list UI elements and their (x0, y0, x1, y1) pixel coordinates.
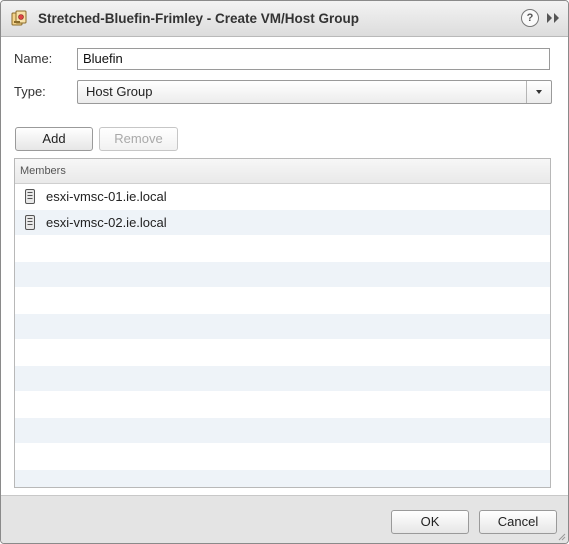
empty-list-row[interactable] (15, 340, 550, 366)
chevron-down-icon[interactable] (526, 81, 551, 103)
ok-button[interactable]: OK (391, 510, 469, 534)
empty-list-row[interactable] (15, 314, 550, 340)
cluster-group-icon (11, 10, 27, 26)
empty-list-row[interactable] (15, 366, 550, 392)
create-vm-host-group-dialog: Stretched-Bluefin-Frimley - Create VM/Ho… (0, 0, 569, 544)
type-select[interactable]: Host Group (77, 80, 552, 104)
expand-icon[interactable] (545, 12, 561, 24)
help-icon[interactable]: ? (521, 9, 539, 27)
name-label: Name: (14, 51, 53, 66)
list-item-label: esxi-vmsc-02.ie.local (46, 215, 167, 230)
host-icon (25, 215, 35, 230)
host-icon (25, 189, 35, 204)
empty-list-row[interactable] (15, 392, 550, 418)
empty-list-row[interactable] (15, 418, 550, 444)
members-list: Members esxi-vmsc-01.ie.local esxi-vmsc-0… (14, 158, 551, 488)
empty-list-row[interactable] (15, 262, 550, 288)
type-label: Type: (14, 84, 46, 99)
empty-list-row[interactable] (15, 288, 550, 314)
dialog-footer: OK Cancel (1, 495, 568, 543)
title-bar[interactable]: Stretched-Bluefin-Frimley - Create VM/Ho… (1, 1, 568, 37)
empty-list-row[interactable] (15, 444, 550, 470)
type-select-value: Host Group (86, 84, 153, 99)
remove-button[interactable]: Remove (99, 127, 178, 151)
cancel-button[interactable]: Cancel (479, 510, 557, 534)
list-item[interactable]: esxi-vmsc-01.ie.local (15, 184, 550, 210)
list-item[interactable]: esxi-vmsc-02.ie.local (15, 210, 550, 236)
empty-list-row[interactable] (15, 470, 550, 487)
name-input[interactable]: Bluefin (77, 48, 550, 70)
members-column-header[interactable]: Members (15, 159, 550, 184)
empty-list-row[interactable] (15, 236, 550, 262)
list-item-label: esxi-vmsc-01.ie.local (46, 189, 167, 204)
dialog-title: Stretched-Bluefin-Frimley - Create VM/Ho… (38, 11, 360, 26)
resize-grip-icon[interactable] (558, 533, 566, 541)
add-button[interactable]: Add (15, 127, 93, 151)
